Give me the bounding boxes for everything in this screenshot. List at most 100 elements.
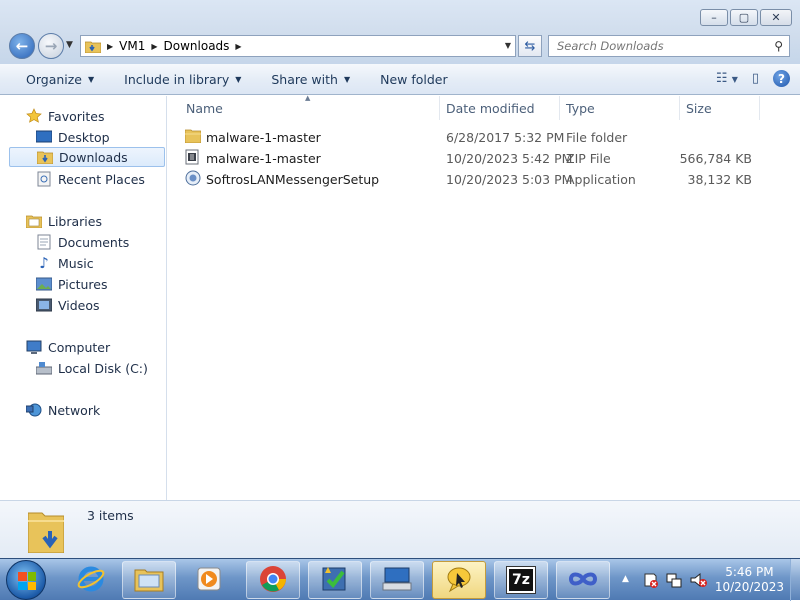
nav-item-label: Desktop xyxy=(58,129,110,145)
keyboard-app-icon xyxy=(381,566,413,595)
column-header-name[interactable]: Name xyxy=(180,96,440,120)
forward-button[interactable]: → xyxy=(38,33,64,59)
nav-item-desktop[interactable]: Desktop xyxy=(36,127,110,147)
new-folder-button[interactable]: New folder xyxy=(380,72,448,87)
new-folder-label: New folder xyxy=(380,71,448,87)
column-header-type[interactable]: Type xyxy=(560,96,680,120)
taskbar-chrome[interactable] xyxy=(246,561,300,599)
column-header-date[interactable]: Date modified xyxy=(440,96,560,120)
nav-item-downloads[interactable]: Downloads xyxy=(9,147,165,167)
help-icon[interactable]: ? xyxy=(773,70,790,87)
close-button[interactable]: ✕ xyxy=(760,9,792,26)
nav-computer-label: Computer xyxy=(48,339,111,355)
nav-favorites[interactable]: Favorites xyxy=(26,106,104,126)
documents-icon xyxy=(36,234,52,250)
taskbar: 7z ▲ 5:46 PM 10/20/2023 xyxy=(0,558,800,601)
nav-item-documents[interactable]: Documents xyxy=(36,232,129,252)
chevron-down-icon: ▼ xyxy=(343,74,351,84)
search-input[interactable] xyxy=(557,39,757,53)
taskbar-internet-explorer[interactable] xyxy=(64,561,118,599)
address-bar[interactable]: ▶ VM1 ▶ Downloads ▶ ▼ xyxy=(80,35,516,57)
share-with-menu[interactable]: Share with ▼ xyxy=(271,72,350,87)
file-explorer-icon xyxy=(134,566,164,595)
arrow-left-icon: ← xyxy=(15,37,29,55)
nav-favorites-label: Favorites xyxy=(48,108,105,124)
nav-item-label: Local Disk (C:) xyxy=(58,360,148,376)
downloads-folder-icon xyxy=(27,509,65,556)
nav-item-label: Videos xyxy=(58,297,100,313)
nav-item-label: Downloads xyxy=(59,149,128,165)
preview-pane-icon[interactable]: ▯ xyxy=(752,71,759,86)
show-hidden-icons-icon[interactable]: ▲ xyxy=(622,574,629,584)
taskbar-task-app[interactable] xyxy=(308,561,362,599)
file-list: ▲ Name Date modified Type Size malware-1… xyxy=(168,94,800,500)
back-button[interactable]: ← xyxy=(9,33,35,59)
share-with-label: Share with xyxy=(271,71,338,87)
hard-drive-icon xyxy=(36,360,52,376)
taskbar-keyboard-app[interactable] xyxy=(370,561,424,599)
internet-explorer-icon xyxy=(76,564,106,597)
chevron-right-icon[interactable]: ▶ xyxy=(107,42,113,51)
file-row[interactable]: SoftrosLANMessengerSetup 10/20/2023 5:03… xyxy=(182,169,792,189)
videos-icon xyxy=(36,297,52,313)
network-status-icon[interactable] xyxy=(666,572,682,591)
column-name-label: Name xyxy=(186,100,223,116)
chevron-down-icon[interactable]: ▼ xyxy=(505,41,511,50)
column-type-label: Type xyxy=(566,100,595,116)
task-checklist-icon xyxy=(320,565,350,596)
organize-menu[interactable]: Organize ▼ xyxy=(26,72,94,87)
file-type: Application xyxy=(566,172,636,187)
chevron-down-icon: ▼ xyxy=(235,74,242,84)
file-row[interactable]: malware-1-master 6/28/2017 5:32 PM File … xyxy=(182,127,792,147)
clock[interactable]: 5:46 PM 10/20/2023 xyxy=(715,565,784,595)
change-view-icon[interactable]: ☷ ▼ xyxy=(716,71,738,86)
chevron-right-icon[interactable]: ▶ xyxy=(151,42,157,51)
system-tray: ▲ 5:46 PM 10/20/2023 xyxy=(618,559,800,601)
nav-item-music[interactable]: ♪ Music xyxy=(36,253,93,273)
breadcrumb-vm1[interactable]: VM1 xyxy=(119,39,145,53)
taskbar-media-player[interactable] xyxy=(182,561,236,599)
taskbar-infinity-app[interactable] xyxy=(556,561,610,599)
nav-item-pictures[interactable]: Pictures xyxy=(36,274,108,294)
taskbar-7zip[interactable]: 7z xyxy=(494,561,548,599)
start-button[interactable] xyxy=(6,560,46,600)
file-date: 6/28/2017 5:32 PM xyxy=(446,130,565,145)
nav-item-recent-places[interactable]: Recent Places xyxy=(36,169,145,189)
star-icon xyxy=(26,108,42,124)
explorer-window: – ▢ ✕ ← → ▼ ▶ VM1 ▶ Downloads ▶ ▼ ⇆ ⚲ Or… xyxy=(0,0,800,558)
title-bar: – ▢ ✕ ← → ▼ ▶ VM1 ▶ Downloads ▶ ▼ ⇆ ⚲ xyxy=(0,0,800,64)
volume-muted-icon[interactable] xyxy=(690,572,708,591)
minimize-button[interactable]: – xyxy=(700,9,728,26)
column-size-label: Size xyxy=(686,100,712,116)
nav-item-videos[interactable]: Videos xyxy=(36,295,100,315)
chevron-right-icon[interactable]: ▶ xyxy=(235,42,241,51)
action-center-icon[interactable] xyxy=(642,572,658,591)
nav-network[interactable]: Network xyxy=(26,400,100,420)
taskbar-file-explorer[interactable] xyxy=(122,561,176,599)
taskbar-messenger-app[interactable] xyxy=(432,561,486,599)
nav-libraries[interactable]: Libraries xyxy=(26,211,102,231)
zip-file-icon xyxy=(185,149,199,168)
file-row[interactable]: malware-1-master 10/20/2023 5:42 PM ZIP … xyxy=(182,148,792,168)
nav-item-local-disk[interactable]: Local Disk (C:) xyxy=(36,358,148,378)
libraries-icon xyxy=(26,213,42,229)
clock-date: 10/20/2023 xyxy=(714,580,784,594)
show-desktop-button[interactable] xyxy=(790,559,800,601)
chrome-icon xyxy=(258,564,288,597)
file-date: 10/20/2023 5:03 PM xyxy=(446,172,573,187)
maximize-button[interactable]: ▢ xyxy=(730,9,758,26)
search-box: ⚲ xyxy=(548,35,790,57)
folder-download-icon xyxy=(85,41,101,53)
music-icon: ♪ xyxy=(39,254,49,272)
nav-computer[interactable]: Computer xyxy=(26,337,110,357)
recent-places-icon xyxy=(36,171,52,187)
downloads-folder-icon xyxy=(37,149,53,165)
recent-pages-dropdown[interactable]: ▼ xyxy=(66,40,73,50)
breadcrumb-downloads[interactable]: Downloads xyxy=(164,39,230,53)
search-icon[interactable]: ⚲ xyxy=(774,39,783,53)
column-header-size[interactable]: Size xyxy=(680,96,760,120)
refresh-button[interactable]: ⇆ xyxy=(518,35,542,57)
include-in-library-menu[interactable]: Include in library ▼ xyxy=(124,72,241,87)
media-player-icon xyxy=(196,566,222,595)
installer-icon xyxy=(185,170,201,189)
